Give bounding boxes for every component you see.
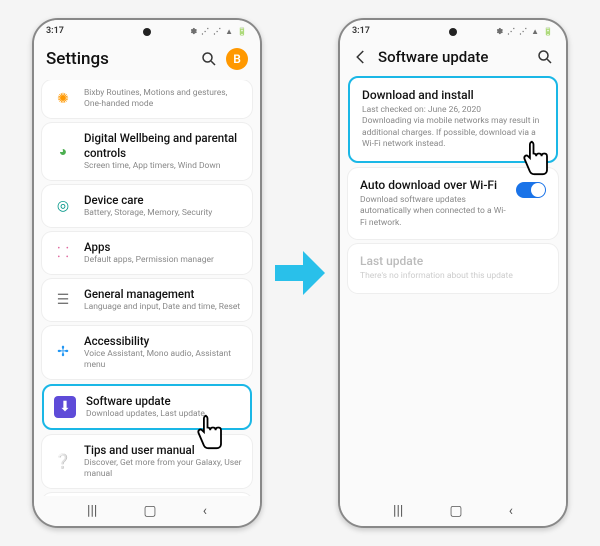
item-sub: Bixby Routines, Motions and gestures, On… [84, 88, 242, 110]
item-sub: Battery, Storage, Memory, Security [84, 208, 242, 219]
phone-software-update: 3:17 ✽ ⋰ ⋰ ▲ 🔋 Software update Download … [338, 18, 568, 528]
page-title: Settings [46, 49, 192, 69]
search-icon[interactable] [536, 48, 554, 66]
settings-item-software-update[interactable]: ⬇ Software update Download updates, Last… [42, 384, 252, 430]
item-title: Accessibility [84, 334, 242, 349]
software-update-header: Software update [340, 42, 566, 76]
nav-back[interactable]: ‹ [509, 503, 513, 519]
settings-header: Settings B [34, 42, 260, 80]
settings-list: ✺ Bixby Routines, Motions and gestures, … [34, 80, 260, 496]
item-title: Device care [84, 193, 242, 208]
accessibility-icon: ✢ [52, 341, 74, 363]
auto-download-toggle[interactable] [516, 182, 546, 198]
settings-item-tips[interactable]: ❔ Tips and user manual Discover, Get mor… [42, 435, 252, 488]
nav-home[interactable]: ▢ [143, 503, 156, 519]
item-sub: Language and input, Date and time, Reset [84, 302, 242, 313]
software-update-icon: ⬇ [54, 396, 76, 418]
wellbeing-icon: ◕ [52, 141, 74, 163]
last-update: Last update There's no information about… [348, 244, 558, 292]
nav-recents[interactable]: ||| [87, 503, 97, 519]
profile-avatar[interactable]: B [226, 48, 248, 70]
item-sub: Screen time, App timers, Wind Down [84, 161, 242, 172]
auto-download-wifi[interactable]: Auto download over Wi-Fi Download softwa… [348, 168, 558, 239]
settings-item-general[interactable]: ☰ General management Language and input,… [42, 279, 252, 321]
arrow-between-phones [270, 243, 330, 303]
tips-icon: ❔ [52, 451, 74, 473]
nav-bar: ||| ▢ ‹ [34, 496, 260, 526]
apps-icon: ⸬ [52, 242, 74, 264]
item-title: Tips and user manual [84, 443, 242, 458]
nav-recents[interactable]: ||| [393, 503, 403, 519]
device-care-icon: ◎ [52, 195, 74, 217]
item-title: Last update [360, 254, 546, 268]
status-icons: ✽ ⋰ ⋰ ▲ 🔋 [190, 27, 248, 36]
item-sub: Download software updates automatically … [360, 195, 508, 229]
status-icons: ✽ ⋰ ⋰ ▲ 🔋 [496, 27, 554, 36]
phone-settings: 3:17 ✽ ⋰ ⋰ ▲ 🔋 Settings B ✺ Bixby Routin… [32, 18, 262, 528]
item-title: General management [84, 287, 242, 302]
gear-icon: ✺ [52, 88, 74, 110]
nav-back[interactable]: ‹ [203, 503, 207, 519]
item-sub: Default apps, Permission manager [84, 255, 242, 266]
item-title: Digital Wellbeing and parental controls [84, 131, 242, 161]
camera-punch-hole [143, 28, 151, 36]
settings-item-wellbeing[interactable]: ◕ Digital Wellbeing and parental control… [42, 123, 252, 180]
item-title: Auto download over Wi-Fi [360, 178, 508, 192]
item-title: Apps [84, 240, 242, 255]
back-icon[interactable] [352, 48, 370, 66]
status-time: 3:17 [46, 26, 64, 36]
search-icon[interactable] [200, 50, 218, 68]
settings-item-apps[interactable]: ⸬ Apps Default apps, Permission manager [42, 232, 252, 274]
settings-item-device-care[interactable]: ◎ Device care Battery, Storage, Memory, … [42, 185, 252, 227]
item-sub: Voice Assistant, Mono audio, Assistant m… [84, 349, 242, 371]
page-title: Software update [378, 48, 528, 66]
status-time: 3:17 [352, 26, 370, 36]
nav-home[interactable]: ▢ [449, 503, 462, 519]
item-sub: Last checked on: June 26, 2020 Downloadi… [362, 105, 544, 151]
nav-bar: ||| ▢ ‹ [340, 496, 566, 526]
item-title: Download and install [362, 88, 544, 102]
settings-item-accessibility[interactable]: ✢ Accessibility Voice Assistant, Mono au… [42, 326, 252, 379]
settings-item-advanced[interactable]: ✺ Bixby Routines, Motions and gestures, … [42, 80, 252, 118]
download-and-install[interactable]: Download and install Last checked on: Ju… [348, 76, 558, 163]
software-update-list: Download and install Last checked on: Ju… [340, 76, 566, 496]
general-icon: ☰ [52, 289, 74, 311]
item-sub: Discover, Get more from your Galaxy, Use… [84, 458, 242, 480]
item-sub: Download updates, Last update [86, 409, 240, 420]
item-sub: There's no information about this update [360, 271, 546, 282]
item-title: Software update [86, 394, 240, 409]
camera-punch-hole [449, 28, 457, 36]
